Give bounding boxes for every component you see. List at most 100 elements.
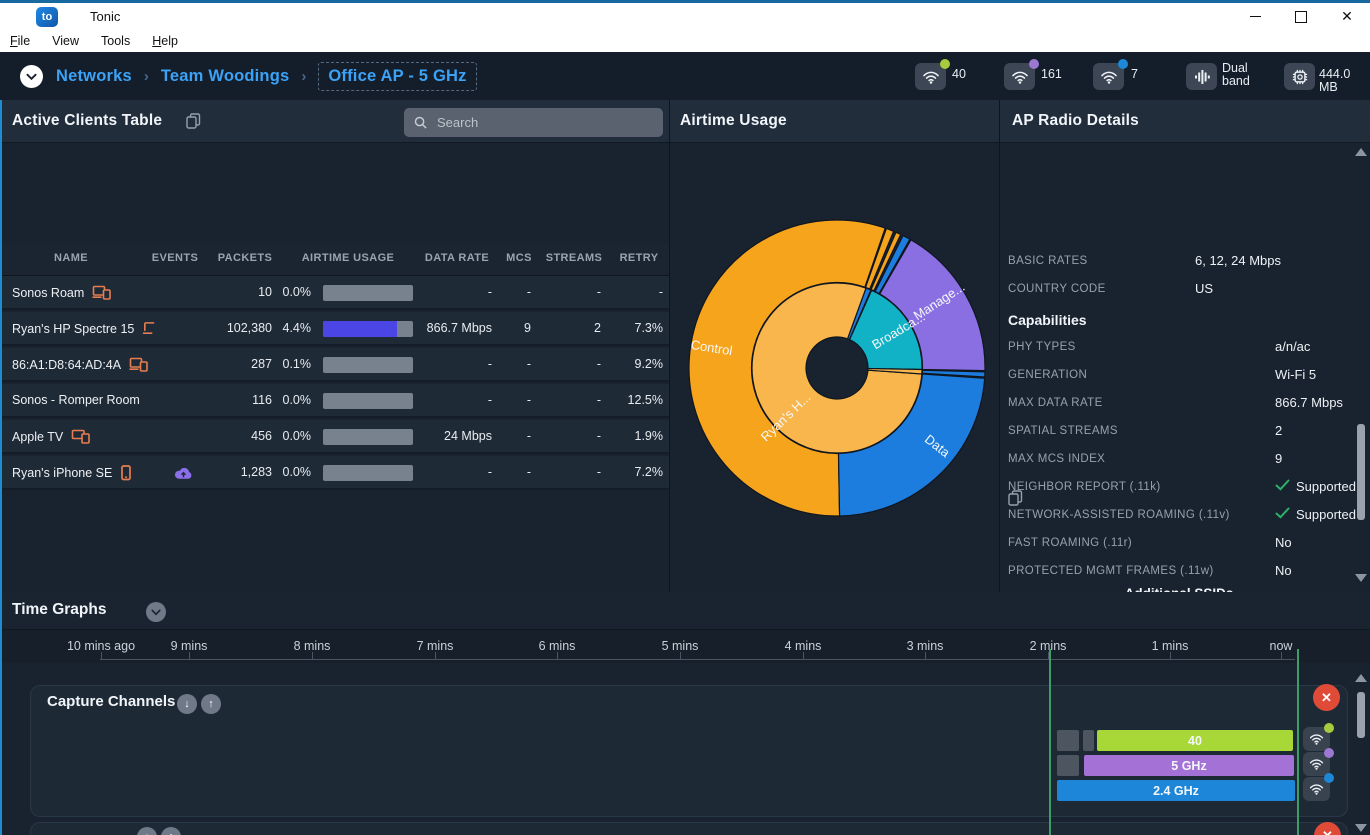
cell-retry: 7.3% (635, 321, 664, 335)
radio-panel-title: AP Radio Details (1012, 112, 1139, 130)
band-wifi-button-3[interactable] (1303, 777, 1330, 801)
copy-table-button[interactable] (186, 113, 201, 132)
timeline-label: 4 mins (785, 639, 822, 653)
cell-mcs: - (527, 429, 531, 443)
cell-data_rate: - (488, 357, 492, 371)
copy-icon (186, 113, 201, 129)
next-card-move-up-button[interactable]: ↑ (161, 827, 181, 835)
search-box (404, 108, 663, 137)
column-header-packets[interactable]: PACKETS (218, 252, 273, 264)
detail-value: Supported (1275, 507, 1356, 522)
status-equalizer-button-4[interactable] (1186, 63, 1217, 90)
menu-item-help[interactable]: Help (152, 34, 178, 48)
radio-scrollbar-thumb[interactable] (1357, 424, 1365, 520)
capture-close-button[interactable]: ✕ (1313, 684, 1340, 711)
cell-packets: 102,380 (227, 321, 272, 335)
detail-label: SPATIAL STREAMS (1008, 425, 1118, 437)
copy-icon (1008, 490, 1023, 506)
table-row[interactable]: Ryan's HP Spectre 15102,3804.4%866.7 Mbp… (0, 312, 669, 346)
cell-data_rate: 24 Mbps (444, 429, 492, 443)
band-wifi-button-1[interactable] (1303, 727, 1330, 751)
cell-retry: 12.5% (628, 393, 663, 407)
bottom-scrollbar-up[interactable] (1355, 674, 1367, 682)
close-window-button[interactable]: ✕ (1324, 3, 1370, 30)
status-wifi-button-1[interactable] (915, 63, 946, 90)
menu-item-file[interactable]: File (10, 34, 30, 48)
check-icon (1275, 507, 1290, 519)
breadcrumb-item-3[interactable]: Office AP - 5 GHz (318, 62, 476, 91)
maximize-button[interactable] (1278, 3, 1324, 30)
column-header-data-rate[interactable]: DATA RATE (425, 252, 489, 264)
menu-item-view[interactable]: View (52, 34, 79, 48)
cell-packets: 10 (258, 285, 272, 299)
airtime-usage-bar (323, 357, 413, 373)
detail-label: NETWORK-ASSISTED ROAMING (.11v) (1008, 509, 1230, 521)
table-row[interactable]: Apple TV4560.0%24 Mbps--1.9% (0, 420, 669, 454)
time-graphs-collapse-button[interactable] (146, 602, 166, 622)
detail-label: GENERATION (1008, 369, 1087, 381)
copy-ssids-button[interactable] (1008, 490, 1023, 509)
timeline-label: 9 mins (171, 639, 208, 653)
status-value: Dual band (1222, 62, 1262, 88)
capture-move-up-button[interactable]: ↑ (201, 694, 221, 714)
status-chip-button-5[interactable] (1284, 63, 1315, 90)
cell-packets: 1,283 (241, 465, 272, 479)
column-header-name[interactable]: NAME (54, 252, 88, 264)
band-wifi-button-2[interactable] (1303, 752, 1330, 776)
time-cursor-line[interactable] (1049, 649, 1051, 835)
wifi-icon (922, 70, 940, 84)
radio-scrollbar-down[interactable] (1355, 574, 1367, 582)
time-graphs-title: Time Graphs (12, 601, 106, 619)
detail-value-text: US (1195, 281, 1213, 296)
timeline-tick (680, 652, 681, 660)
collapse-breadcrumb-button[interactable] (20, 65, 43, 88)
search-input[interactable] (435, 114, 639, 131)
table-row[interactable]: Ryan's iPhone SE1,2830.0%---7.2% (0, 456, 669, 490)
breadcrumb-separator: › (144, 68, 149, 85)
timeline-axis[interactable]: 10 mins ago9 mins8 mins7 mins6 mins5 min… (0, 630, 1370, 663)
timeline-tick (803, 652, 804, 660)
table-row[interactable]: Sonos Roam100.0%---- (0, 276, 669, 310)
menu-item-tools[interactable]: Tools (101, 34, 130, 48)
breadcrumb-item-1[interactable]: Networks (56, 67, 132, 86)
wifi-icon (1309, 732, 1324, 746)
band-badge-dot (1324, 723, 1334, 733)
detail-value: 2 (1275, 423, 1282, 438)
status-badge-dot (940, 59, 950, 69)
cell-airtime_pct: 0.0% (283, 393, 312, 407)
status-wifi-button-2[interactable] (1004, 63, 1035, 90)
column-header-retry[interactable]: RETRY (620, 252, 659, 264)
column-header-events[interactable]: EVENTS (152, 252, 198, 264)
breadcrumb-item-2[interactable]: Team Woodings (161, 67, 290, 86)
column-header-streams[interactable]: STREAMS (546, 252, 603, 264)
airtime-sunburst-chart[interactable]: ControlManage...DataBroadca...Ryan's H..… (672, 208, 1002, 530)
detail-label: MAX DATA RATE (1008, 397, 1103, 409)
cell-packets: 116 (252, 393, 272, 407)
bottom-scrollbar-down[interactable] (1355, 824, 1367, 832)
radio-scrollbar-up[interactable] (1355, 148, 1367, 156)
table-row[interactable]: Sonos - Romper Room1160.0%---12.5% (0, 384, 669, 418)
column-header-airtime-usage[interactable]: AIRTIME USAGE (302, 252, 395, 264)
wifi-icon (1309, 782, 1324, 796)
main-content: Active Clients Table NAMEEVENTSPACKETSAI… (0, 100, 1370, 592)
laptop-phone-icon (129, 357, 148, 372)
detail-value-text: 9 (1275, 451, 1282, 466)
next-card-close-button[interactable]: ✕ (1314, 822, 1341, 835)
timeline-label: 2 mins (1030, 639, 1067, 653)
capture-move-down-button[interactable]: ↓ (177, 694, 197, 714)
column-header-mcs[interactable]: MCS (506, 252, 532, 264)
minimize-button[interactable] (1232, 3, 1278, 30)
table-row[interactable]: 86:A1:D8:64:AD:4A2870.1%---9.2% (0, 348, 669, 382)
detail-value: a/n/ac (1275, 339, 1310, 354)
check-icon-wrap (1275, 479, 1290, 494)
bottom-scrollbar-thumb[interactable] (1357, 692, 1365, 738)
menubar: File View Tools Help (0, 30, 1370, 52)
next-graph-card: ↓ ↑ ✕ (30, 822, 1348, 835)
cell-streams: - (597, 429, 601, 443)
next-card-move-down-button[interactable]: ↓ (137, 827, 157, 835)
device-icon-wrap (92, 285, 111, 300)
capabilities-heading: Capabilities (1008, 312, 1087, 328)
laptop-icon (142, 321, 157, 336)
status-wifi-button-3[interactable] (1093, 63, 1124, 90)
time-cursor-line[interactable] (1297, 649, 1299, 835)
